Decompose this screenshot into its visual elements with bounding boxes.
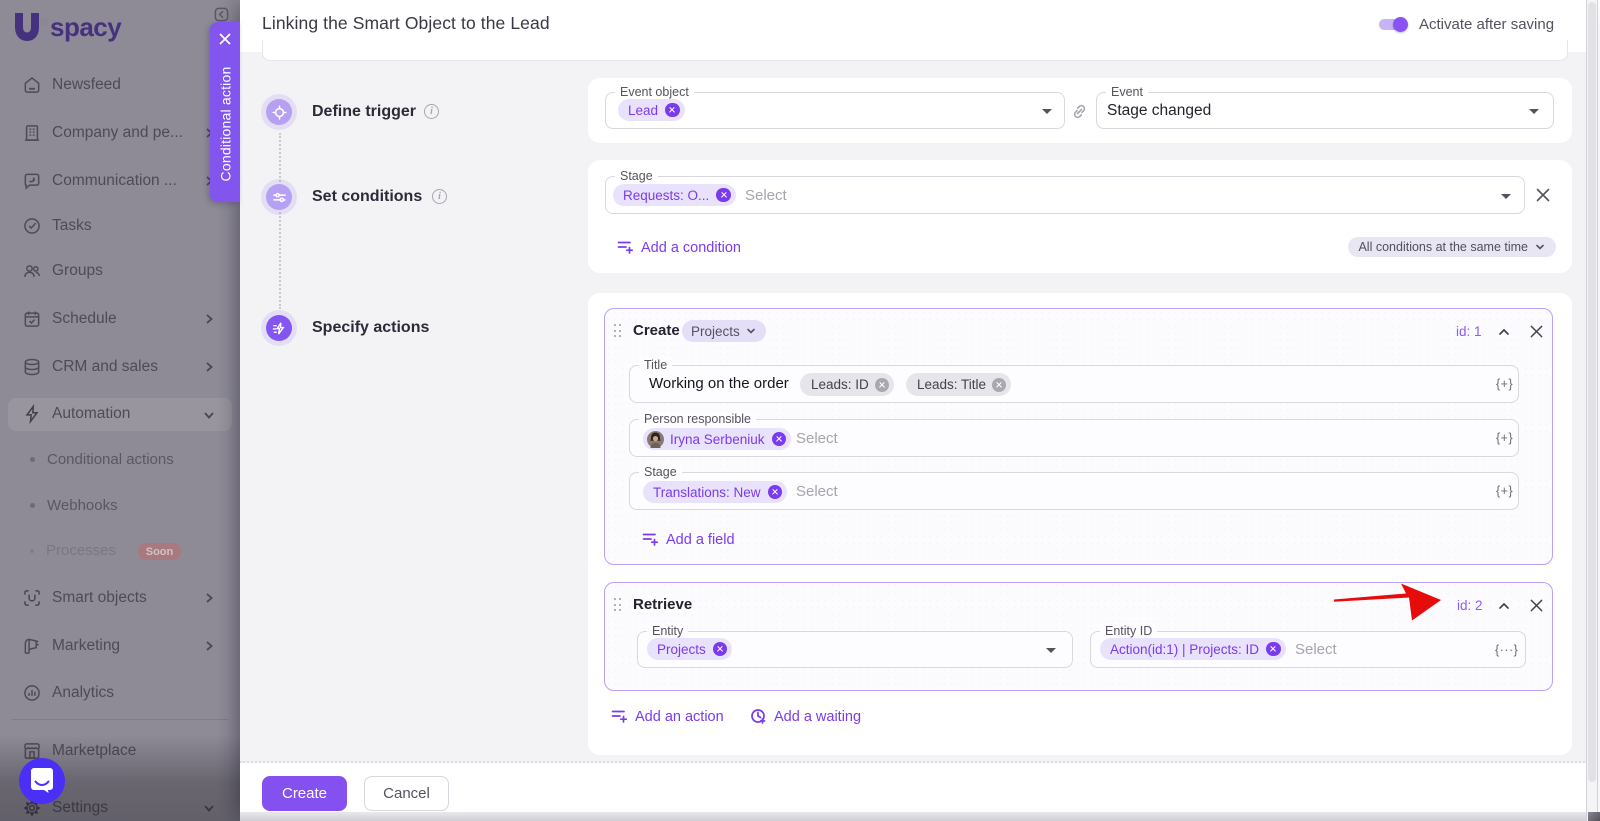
- svg-text:spacy: spacy: [50, 12, 122, 42]
